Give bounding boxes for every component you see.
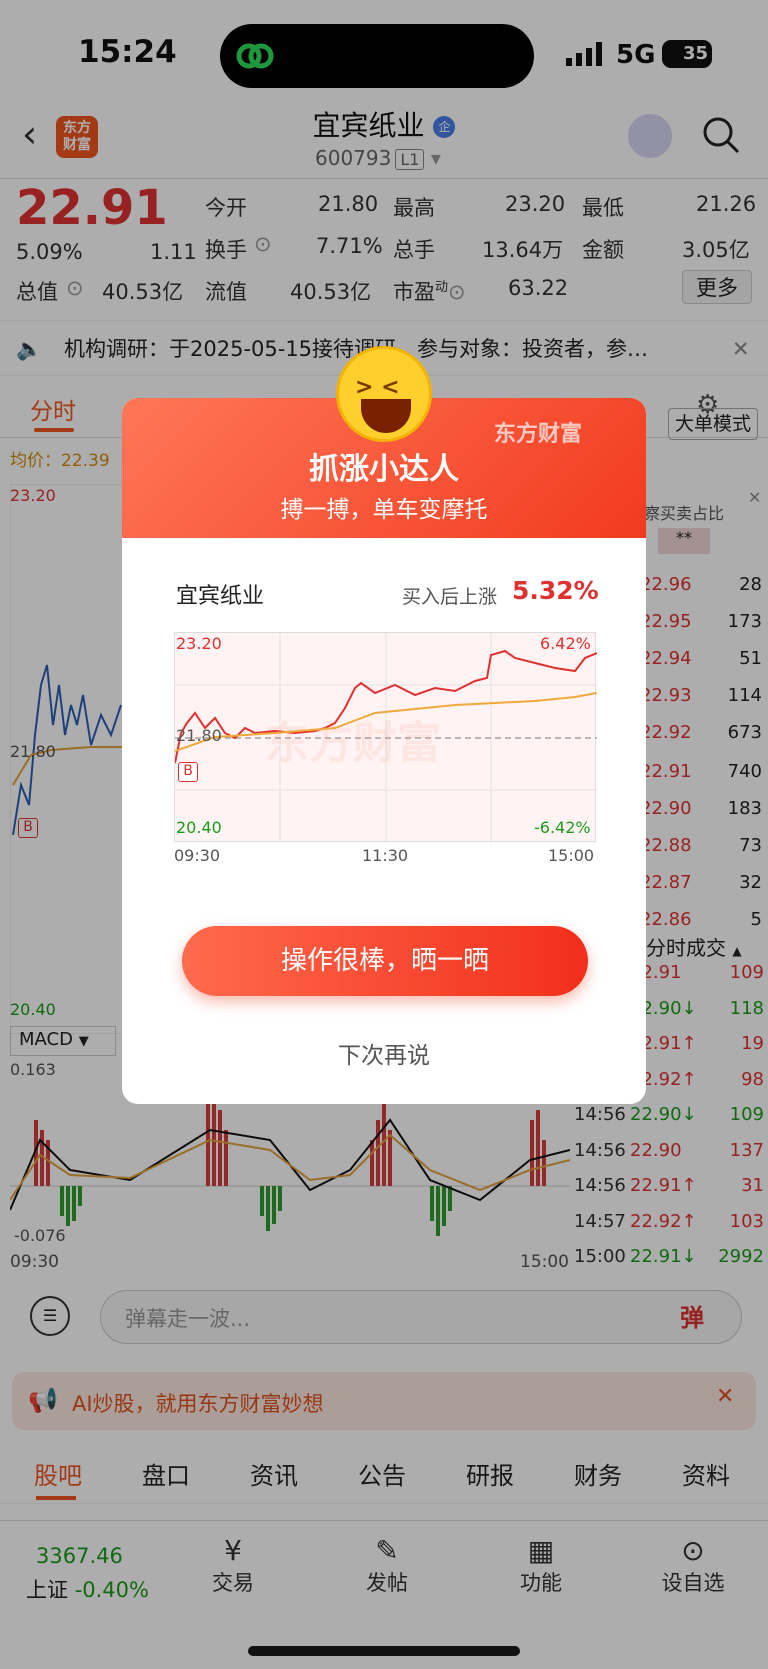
modal-x-start: 09:30 bbox=[174, 846, 221, 865]
modal-chart: 东方财富 bbox=[174, 632, 598, 843]
modal-pct-bottom: -6.42% bbox=[534, 818, 591, 837]
chart-watermark: 东方财富 bbox=[265, 718, 441, 769]
modal-chart-svg: 东方财富 bbox=[174, 633, 598, 843]
laughing-face-icon: > < bbox=[336, 346, 432, 442]
modal-pct-top: 6.42% bbox=[540, 634, 591, 653]
modal-buy-marker: B bbox=[178, 762, 198, 782]
later-button[interactable]: 下次再说 bbox=[122, 1036, 646, 1070]
gain-label: 买入后上涨 bbox=[402, 586, 498, 608]
gain-value: 5.32% bbox=[512, 576, 599, 605]
modal-y-top: 23.20 bbox=[176, 634, 222, 653]
modal-stock-name: 宜宾纸业 bbox=[176, 584, 265, 609]
achievement-modal: 东方财富 抓涨小达人 搏一搏，单车变摩托 宜宾纸业 买入后上涨 5.32% 东方… bbox=[122, 398, 646, 1104]
modal-x-end: 15:00 bbox=[548, 846, 595, 865]
modal-x-mid: 11:30 bbox=[362, 846, 409, 865]
modal-title: 抓涨小达人 bbox=[309, 452, 459, 487]
eyes: > < bbox=[355, 375, 400, 400]
modal-y-mid: 21.80 bbox=[176, 726, 222, 745]
modal-subtitle: 搏一搏，单车变摩托 bbox=[280, 497, 488, 523]
home-indicator bbox=[248, 1646, 520, 1656]
modal-y-bottom: 20.40 bbox=[176, 818, 222, 837]
share-button[interactable]: 操作很棒，晒一晒 bbox=[182, 926, 588, 996]
mouth bbox=[361, 399, 411, 433]
